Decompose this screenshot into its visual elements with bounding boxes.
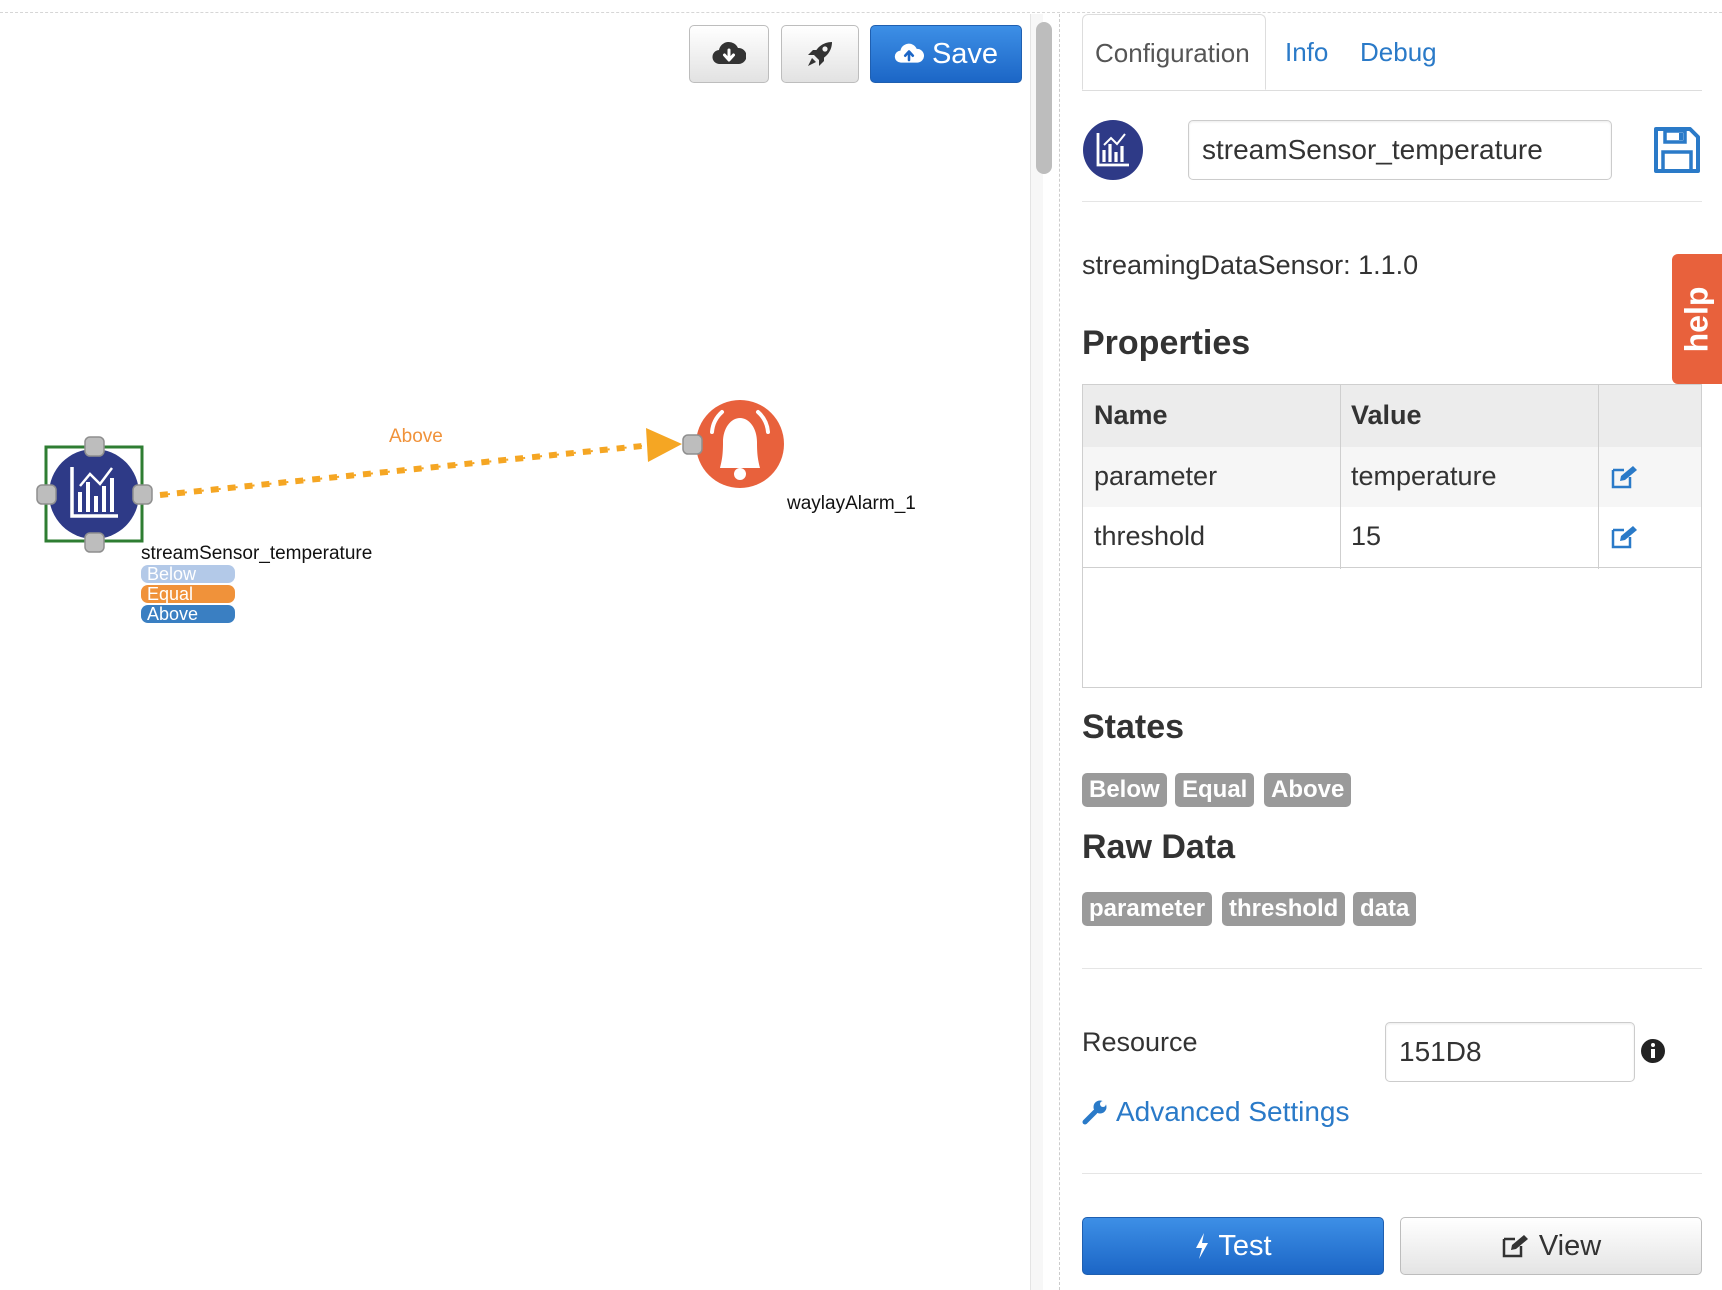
table-cell-name: parameter bbox=[1094, 461, 1218, 491]
sensor-version: streamingDataSensor: 1.1.0 bbox=[1082, 250, 1419, 280]
sensor-node-label: streamSensor_temperature bbox=[141, 543, 373, 564]
view-label: View bbox=[1538, 1229, 1602, 1262]
floppy-disk-icon[interactable] bbox=[1652, 125, 1702, 175]
test-button[interactable]: Test bbox=[1082, 1217, 1384, 1275]
help-tab[interactable]: help bbox=[1672, 254, 1722, 384]
resource-label: Resource bbox=[1082, 1027, 1198, 1057]
bolt-icon bbox=[1196, 1233, 1209, 1259]
advanced-settings-label: Advanced Settings bbox=[1116, 1096, 1350, 1127]
node-type-chart-icon bbox=[1083, 120, 1143, 180]
flow-graph bbox=[36, 400, 784, 553]
alarm-node-label: waylayAlarm_1 bbox=[787, 493, 916, 514]
canvas-scrollbar-track[interactable] bbox=[1030, 14, 1043, 1290]
edit-icon[interactable] bbox=[1610, 524, 1640, 550]
state-pill-equal: Equal bbox=[141, 585, 235, 603]
table-header-value: Value bbox=[1351, 400, 1422, 430]
info-icon[interactable] bbox=[1640, 1038, 1666, 1064]
raw-data-badge: parameter bbox=[1082, 892, 1213, 926]
edge-label: Above bbox=[389, 426, 443, 447]
edit-icon[interactable] bbox=[1610, 464, 1640, 490]
port-right[interactable] bbox=[132, 484, 153, 505]
properties-heading: Properties bbox=[1082, 324, 1251, 362]
tab-info[interactable]: Info bbox=[1285, 14, 1328, 90]
edge-arrowhead bbox=[646, 428, 682, 462]
table-cell-name: threshold bbox=[1094, 521, 1206, 551]
test-label: Test bbox=[1218, 1229, 1272, 1262]
state-pill-above: Above bbox=[141, 605, 235, 623]
table-cell-value: 15 bbox=[1351, 521, 1382, 551]
alarm-port-left[interactable] bbox=[682, 434, 703, 455]
states-heading: States bbox=[1082, 708, 1185, 746]
help-label: help bbox=[1678, 286, 1715, 352]
tab-configuration[interactable]: Configuration bbox=[1082, 14, 1266, 90]
state-badge: Equal bbox=[1175, 773, 1255, 807]
panel-divider bbox=[1059, 14, 1060, 1290]
advanced-settings-link[interactable]: Advanced Settings bbox=[1082, 1096, 1350, 1128]
port-top[interactable] bbox=[84, 436, 105, 457]
state-badge: Above bbox=[1264, 773, 1352, 807]
node-name-input[interactable] bbox=[1188, 120, 1612, 180]
state-badge: Below bbox=[1082, 773, 1167, 807]
edge-line[interactable] bbox=[159, 443, 643, 498]
section-divider bbox=[1082, 968, 1702, 969]
resource-input[interactable] bbox=[1385, 1022, 1635, 1082]
canvas-scrollbar-thumb[interactable] bbox=[1036, 22, 1052, 174]
config-panel: Configuration Info Debug streamingDataSe… bbox=[1082, 0, 1704, 1290]
raw-data-heading: Raw Data bbox=[1082, 828, 1236, 866]
raw-data-badge: data bbox=[1353, 892, 1417, 926]
state-pill-below: Below bbox=[141, 565, 235, 583]
flow-canvas[interactable]: Save Above waylayAlarm_1 streamSensor_te… bbox=[0, 0, 1030, 1290]
panel-tabs: Configuration Info Debug bbox=[1082, 14, 1702, 91]
footer-divider bbox=[1082, 1173, 1702, 1174]
edit-icon bbox=[1502, 1235, 1528, 1258]
properties-table: Name Value parameter temperature thresho… bbox=[1082, 384, 1702, 688]
table-cell-value: temperature bbox=[1351, 461, 1497, 491]
view-button[interactable]: View bbox=[1400, 1217, 1702, 1275]
table-col-divider bbox=[1340, 385, 1341, 569]
port-left[interactable] bbox=[36, 484, 57, 505]
port-bottom[interactable] bbox=[84, 532, 105, 553]
wrench-icon bbox=[1082, 1100, 1107, 1125]
sensor-node[interactable] bbox=[49, 449, 139, 539]
raw-data-badge: threshold bbox=[1222, 892, 1346, 926]
header-divider bbox=[1082, 201, 1702, 202]
table-col-divider bbox=[1598, 385, 1599, 569]
tab-debug[interactable]: Debug bbox=[1360, 14, 1437, 90]
table-header-name: Name bbox=[1094, 400, 1168, 430]
